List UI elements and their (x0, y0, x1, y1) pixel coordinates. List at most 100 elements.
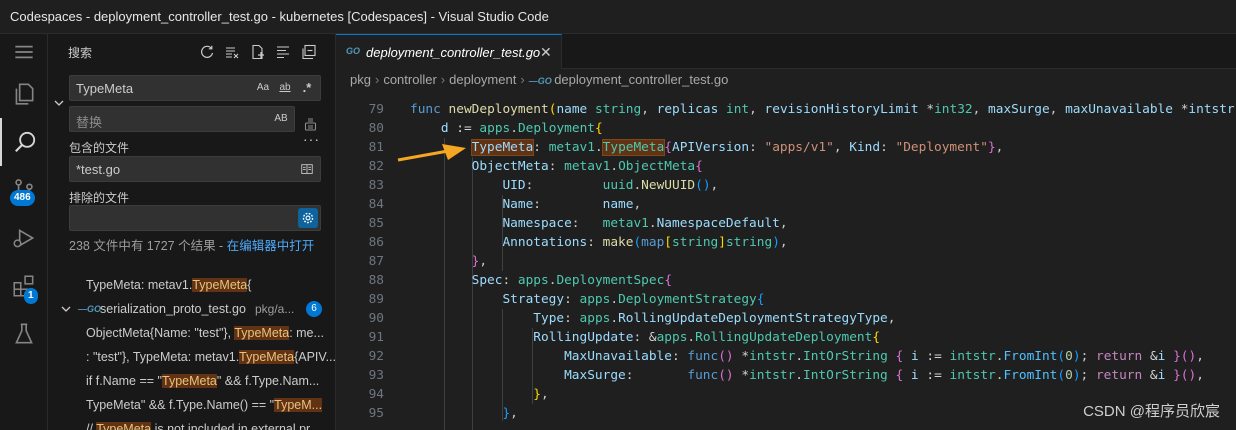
new-search-editor-icon[interactable] (249, 43, 267, 61)
code-line: 80 d := apps.Deployment{ (336, 119, 1236, 138)
line-number: 94 (368, 387, 384, 402)
line-number: 84 (368, 197, 384, 212)
line-number: 95 (368, 406, 384, 421)
code-line: 93 MaxSurge: func() *intstr.IntOrString … (336, 366, 1236, 385)
result-file-name: serialization_proto_test.go (100, 302, 246, 316)
result-match: TypeM... (274, 398, 323, 412)
match-whole-word-toggle[interactable]: ab (276, 79, 294, 97)
code-line: 89 Strategy: apps.DeploymentStrategy{ (336, 290, 1236, 309)
result-text: {APIV... (294, 350, 336, 364)
menu-icon[interactable] (0, 34, 48, 70)
code-line: 90 Type: apps.RollingUpdateDeploymentStr… (336, 309, 1236, 328)
refresh-icon[interactable] (198, 43, 216, 61)
go-file-icon: —GO (78, 304, 102, 314)
result-line[interactable]: TypeMeta: metav1.TypeMeta{ (48, 274, 336, 296)
sidebar-header: 搜索 (48, 34, 336, 69)
explorer-icon[interactable] (0, 70, 48, 118)
chevron-right-icon: › (440, 72, 446, 87)
result-text: TypeMeta" && f.Type.Name() == " (86, 398, 275, 412)
testing-icon[interactable] (0, 310, 48, 358)
watermark: CSDN @程序员欣宸 (1083, 403, 1220, 420)
line-number: 80 (368, 121, 384, 136)
line-number: 83 (368, 178, 384, 193)
line-number: 92 (368, 349, 384, 364)
line-number: 93 (368, 368, 384, 383)
close-icon[interactable]: ✕ (540, 44, 552, 61)
activity-bar: 486 1 (0, 34, 48, 430)
files-to-include-input[interactable]: *test.go (69, 156, 321, 182)
breadcrumb-item[interactable]: deployment (449, 72, 516, 87)
result-line[interactable]: TypeMeta" && f.Type.Name() == "TypeM... (48, 394, 336, 416)
code-line: 81 TypeMeta: metav1.TypeMeta{APIVersion:… (336, 138, 1236, 157)
code-line: 84 Name: name, (336, 195, 1236, 214)
files-to-exclude-input[interactable] (69, 205, 321, 231)
files-to-include-label: 包含的文件 (69, 141, 130, 155)
result-match: TypeMeta (239, 350, 295, 364)
result-match: TypeMeta (96, 422, 152, 430)
line-number: 81 (368, 140, 384, 155)
use-exclude-settings-gear-icon[interactable] (298, 208, 318, 228)
result-text: TypeMeta: metav1. (86, 278, 193, 292)
result-count-badge: 6 (306, 301, 322, 317)
editor-tabs: GO deployment_controller_test.go ✕ (336, 34, 1236, 69)
search-icon[interactable] (0, 118, 48, 166)
breadcrumb-item[interactable]: controller (383, 72, 436, 87)
line-number: 90 (368, 311, 384, 326)
sidebar-title: 搜索 (68, 46, 93, 60)
tab-label: deployment_controller_test.go (366, 45, 541, 60)
extensions-icon[interactable]: 1 (0, 262, 48, 310)
replace-placeholder: 替换 (76, 115, 103, 130)
result-text: ObjectMeta{Name: "test"}, (86, 326, 235, 340)
breadcrumb-item[interactable]: deployment_controller_test.go (554, 72, 728, 87)
result-line[interactable]: if f.Name == "TypeMeta" && f.Type.Nam... (48, 370, 336, 392)
tab-deployment-controller-test[interactable]: GO deployment_controller_test.go ✕ (336, 34, 562, 69)
result-line[interactable]: // TypeMeta is not included in external … (48, 418, 336, 430)
clear-results-icon[interactable] (223, 43, 241, 61)
result-text: : me... (289, 326, 324, 340)
files-to-include-value: *test.go (76, 162, 121, 177)
code-line: 79 func newDeployment(name string, replic… (336, 100, 1236, 119)
files-to-exclude-label: 排除的文件 (69, 191, 130, 205)
result-line[interactable]: ObjectMeta{Name: "test"}, TypeMeta: me..… (48, 322, 336, 344)
chevron-right-icon: › (374, 72, 380, 87)
line-number: 87 (368, 254, 384, 269)
result-text: // (86, 422, 97, 430)
line-number: 85 (368, 216, 384, 231)
line-number: 88 (368, 273, 384, 288)
search-input-value: TypeMeta (76, 81, 134, 96)
line-number: 82 (368, 159, 384, 174)
go-file-icon: —GO (528, 76, 555, 86)
collapse-all-icon[interactable] (300, 43, 318, 61)
open-editors-only-icon[interactable] (298, 160, 316, 178)
go-file-icon: GO (346, 46, 361, 56)
search-summary-text: 238 文件中有 1727 个结果 - (69, 239, 227, 253)
run-debug-icon[interactable] (0, 214, 48, 262)
chevron-down-icon (61, 306, 71, 312)
toggle-replace-chevron-icon[interactable] (52, 96, 66, 110)
source-control-icon[interactable]: 486 (0, 166, 48, 214)
annotation-arrow-icon (397, 144, 466, 162)
chevron-right-icon: › (520, 72, 525, 87)
open-in-editor-link[interactable]: 在编辑器中打开 (227, 239, 315, 253)
breadcrumb-item[interactable]: pkg (350, 72, 371, 87)
use-regex-toggle[interactable]: .* (298, 79, 316, 97)
code-line: 86 Annotations: make(map[string]string), (336, 233, 1236, 252)
result-line[interactable]: : "test"}, TypeMeta: metav1.TypeMeta{API… (48, 346, 336, 368)
code-line: 88 Spec: apps.DeploymentSpec{ (336, 271, 1236, 290)
result-text: " && f.Type.Nam... (216, 374, 320, 388)
view-as-tree-icon[interactable] (274, 43, 292, 61)
match-case-toggle[interactable]: Aa (254, 79, 272, 97)
search-summary: 238 文件中有 1727 个结果 - 在编辑器中打开 (69, 237, 321, 256)
window-title: Codespaces - deployment_controller_test.… (0, 0, 1236, 34)
code-line: 83 UID: uuid.NewUUID(), (336, 176, 1236, 195)
breadcrumb: pkg › controller › deployment › —GO deployment… (336, 69, 1236, 91)
search-input[interactable]: TypeMeta Aa ab .* (69, 75, 321, 101)
code-line: 87 }, (336, 252, 1236, 271)
result-text: : "test"}, TypeMeta: metav1. (86, 350, 240, 364)
replace-input[interactable]: 替换 AB (69, 106, 295, 132)
preserve-case-toggle[interactable]: AB (272, 110, 290, 128)
toggle-search-details-icon[interactable]: ··· (303, 131, 320, 147)
result-file-row[interactable]: —GO serialization_proto_test.go pkg/a...… (48, 298, 336, 320)
code-editor[interactable]: 79 func newDeployment(name string, replic… (336, 100, 1236, 430)
result-match: TypeMeta (234, 326, 290, 340)
